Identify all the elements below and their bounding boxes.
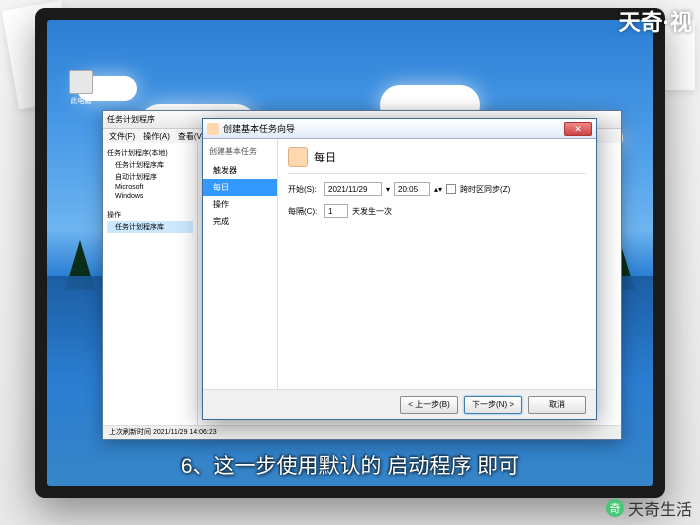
- wizard-steps-panel: 创建基本任务 触发器 每日 操作 完成: [203, 139, 278, 389]
- computer-icon: [69, 70, 93, 94]
- close-button[interactable]: ✕: [564, 122, 592, 136]
- create-task-wizard-dialog: 创建基本任务向导 ✕ 创建基本任务 触发器 每日 操作 完成 每日: [202, 118, 597, 420]
- tree-item[interactable]: Windows: [107, 192, 193, 201]
- sync-timezone-checkbox[interactable]: [446, 184, 456, 194]
- cancel-button[interactable]: 取消: [528, 396, 586, 414]
- calendar-icon: [288, 147, 308, 167]
- dialog-title: 创建基本任务向导: [223, 122, 295, 135]
- start-label: 开始(S):: [288, 184, 320, 195]
- start-time-input[interactable]: [394, 182, 430, 196]
- next-button[interactable]: 下一步(N) >: [464, 396, 522, 414]
- back-button[interactable]: < 上一步(B): [400, 396, 458, 414]
- dialog-titlebar[interactable]: 创建基本任务向导 ✕: [203, 119, 596, 139]
- window-title: 任务计划程序: [107, 114, 155, 125]
- sync-label: 跨时区同步(Z): [460, 184, 510, 195]
- step-daily[interactable]: 每日: [203, 179, 277, 196]
- tree-panel: 任务计划程序(本地) 任务计划程序库 自动计划程序 Microsoft Wind…: [103, 143, 198, 425]
- tree-item[interactable]: 任务计划程序库: [107, 159, 193, 171]
- desktop-icon-computer[interactable]: 此电脑: [65, 70, 97, 106]
- tree-item[interactable]: Microsoft: [107, 183, 193, 192]
- dialog-footer: < 上一步(B) 下一步(N) > 取消: [203, 389, 596, 419]
- start-date-input[interactable]: [324, 182, 382, 196]
- step-action[interactable]: 操作: [203, 196, 277, 213]
- wizard-icon: [207, 123, 219, 135]
- subtitle-caption: 6、这一步使用默认的 启动程序 即可: [47, 450, 653, 480]
- logo-icon: 奇: [606, 499, 624, 517]
- wizard-content: 每日 开始(S): ▾ ▴▾ 跨时区同步(Z) 每隔(C): 天: [278, 139, 596, 389]
- wizard-page-title: 每日: [314, 149, 336, 165]
- watermark-bottom-text: 天奇生活: [628, 496, 692, 520]
- step-trigger[interactable]: 触发器: [203, 162, 277, 179]
- watermark-bottom: 奇 天奇生活: [606, 496, 692, 520]
- recur-unit: 天发生一次: [352, 206, 392, 217]
- recur-interval-input[interactable]: [324, 204, 348, 218]
- step-finish[interactable]: 完成: [203, 213, 277, 230]
- menu-file[interactable]: 文件(F): [109, 131, 135, 142]
- screen: 此电脑 任务计划程序 文件(F) 操作(A) 查看(V) 帮助(H) 任务计划程…: [47, 20, 653, 486]
- steps-header: 创建基本任务: [203, 143, 277, 160]
- section-header: 任务计划程序库: [107, 221, 193, 233]
- menu-action[interactable]: 操作(A): [143, 131, 170, 142]
- section-header: 操作: [107, 209, 193, 221]
- watermark-top: 天奇·视: [619, 5, 692, 37]
- desktop-icon-label: 此电脑: [71, 96, 92, 106]
- status-bar: 上次刷新时间 2021/11/29 14:06:23: [103, 425, 621, 439]
- menu-view[interactable]: 查看(V): [178, 131, 205, 142]
- recur-label: 每隔(C):: [288, 206, 320, 217]
- tree-root[interactable]: 任务计划程序(本地): [107, 147, 193, 159]
- tree-item[interactable]: 自动计划程序: [107, 171, 193, 183]
- monitor-bezel: 此电脑 任务计划程序 文件(F) 操作(A) 查看(V) 帮助(H) 任务计划程…: [35, 8, 665, 498]
